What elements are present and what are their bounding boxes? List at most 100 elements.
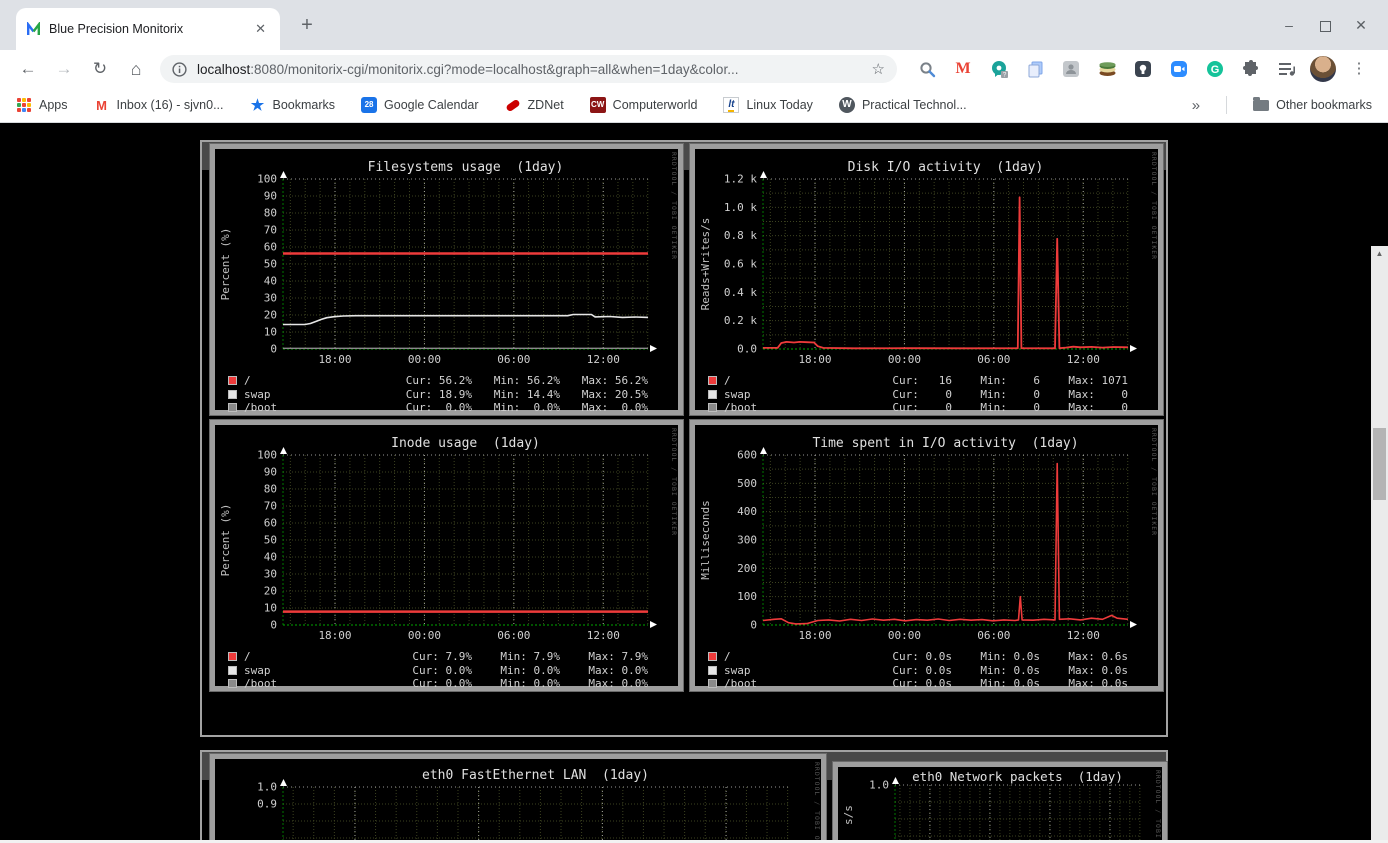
home-button[interactable]: ⌂: [123, 56, 149, 82]
svg-text:90: 90: [264, 190, 277, 203]
maximize-icon: [1320, 21, 1331, 32]
legend-min: Min: 0.0s: [952, 677, 1040, 690]
legend-cur: Cur: 0.0s: [864, 650, 952, 663]
new-tab-button[interactable]: +: [294, 13, 320, 39]
window-maximize-button[interactable]: [1312, 12, 1338, 38]
legend-cur: Cur: 56.2%: [384, 374, 472, 387]
info-icon[interactable]: [172, 62, 187, 77]
chart-legend: /Cur: 7.9%Min: 7.9%Max: 7.9%swapCur: 0.0…: [215, 650, 678, 691]
forward-button[interactable]: →: [51, 56, 77, 82]
svg-text:0.0: 0.0: [737, 343, 757, 356]
chart-panel-time-io[interactable]: 600500400300200100018:0000:0006:0012:00M…: [690, 420, 1163, 691]
window-close-button[interactable]: ✕: [1348, 12, 1374, 38]
legend-label: /boot: [724, 401, 864, 414]
tab-list-icon[interactable]: [1275, 57, 1299, 81]
svg-text:1.0: 1.0: [257, 781, 277, 794]
legend-row: /bootCur: 0Min: 0Max: 0: [695, 401, 1158, 415]
svg-text:0.2 k: 0.2 k: [724, 314, 757, 327]
svg-text:eth0 FastEthernet LAN (1day): eth0 FastEthernet LAN (1day): [422, 768, 649, 783]
chart-legend: /Cur: 0.0sMin: 0.0sMax: 0.6sswapCur: 0.0…: [695, 650, 1158, 691]
legend-min: Min: 14.4%: [472, 388, 560, 401]
legend-row: /bootCur: 0.0%Min: 0.0%Max: 0.0%: [215, 677, 678, 691]
chart-panel-eth0-lan[interactable]: 1.00.9eth0 FastEthernet LAN (1day)RRDTOO…: [210, 754, 826, 843]
bookmark-label: Inbox (16) - sjvn0...: [117, 98, 224, 112]
svg-text:80: 80: [264, 483, 277, 496]
bookmark-item-zdnet[interactable]: ZDNet: [505, 97, 564, 113]
svg-text:Filesystems usage (1day): Filesystems usage (1day): [368, 160, 564, 175]
svg-text:Inode usage (1day): Inode usage (1day): [391, 436, 540, 451]
bookmarks-bar: Apps M Inbox (16) - sjvn0... ★ Bookmarks…: [0, 88, 1388, 123]
legend-min: Min: 7.9%: [472, 650, 560, 663]
chart-panel-eth0-packets[interactable]: 1.0s/seth0 Network packets (1day)RRDTOOL…: [833, 762, 1167, 843]
legend-min: Min: 0.0s: [952, 664, 1040, 677]
scroll-thumb[interactable]: [1373, 428, 1386, 500]
svg-text:12:00: 12:00: [1067, 353, 1100, 366]
legend-swatch: [228, 679, 237, 688]
profile-box-extension-icon[interactable]: [1059, 57, 1083, 81]
grammarly-extension-icon[interactable]: G: [1203, 57, 1227, 81]
bookmarks-overflow-chevron[interactable]: »: [1192, 97, 1200, 114]
legend-label: /boot: [244, 677, 384, 690]
bookmark-item-inbox[interactable]: M Inbox (16) - sjvn0...: [94, 97, 224, 113]
legend-cur: Cur: 0.0%: [384, 664, 472, 677]
x-axis-arrow: [1130, 345, 1137, 352]
reload-button[interactable]: ↻: [87, 56, 113, 82]
tab-close-icon[interactable]: ✕: [251, 19, 270, 39]
svg-text:500: 500: [737, 477, 757, 490]
bookmark-item-google-calendar[interactable]: 28 Google Calendar: [361, 97, 479, 113]
address-bar[interactable]: localhost:8080/monitorix-cgi/monitorix.c…: [160, 55, 897, 83]
tab-title: Blue Precision Monitorix: [49, 22, 251, 36]
bookmark-star-icon[interactable]: ☆: [872, 60, 885, 78]
other-bookmarks-button[interactable]: Other bookmarks: [1253, 97, 1372, 113]
legend-max: Max: 0.0%: [560, 401, 648, 414]
scrollbar[interactable]: ▲ ▼: [1371, 246, 1388, 843]
svg-text:06:00: 06:00: [977, 353, 1010, 366]
gmail-extension-icon[interactable]: M: [951, 57, 975, 81]
svg-text:0.4 k: 0.4 k: [724, 286, 757, 299]
svg-text:600: 600: [737, 449, 757, 462]
svg-text:Time spent in I/O activity (1: Time spent in I/O activity (1day): [812, 436, 1078, 451]
bookmark-item-practical-technology[interactable]: W Practical Technol...: [839, 97, 967, 113]
copy-pages-extension-icon[interactable]: [1023, 57, 1047, 81]
bookmark-item-apps[interactable]: Apps: [16, 97, 68, 113]
browser-menu-icon[interactable]: ⋮: [1349, 57, 1369, 81]
bookmark-item-linux-today[interactable]: lt Linux Today: [723, 97, 813, 113]
browser-toolbar: ← → ↻ ⌂ localhost:8080/monitorix-cgi/mon…: [0, 50, 1388, 88]
voice-extension-icon[interactable]: ?: [987, 57, 1011, 81]
svg-text:18:00: 18:00: [318, 353, 351, 366]
legend-row: swapCur: 18.9%Min: 14.4%Max: 20.5%: [215, 388, 678, 402]
lamp-extension-icon[interactable]: [1131, 57, 1155, 81]
scroll-up-icon[interactable]: ▲: [1371, 246, 1388, 262]
legend-label: swap: [724, 664, 864, 677]
legend-swatch: [228, 376, 237, 385]
back-button[interactable]: ←: [15, 56, 41, 82]
stack-extension-icon[interactable]: [1095, 57, 1119, 81]
rrdtool-watermark: RRDTOOL / TOBI OETIKER: [670, 428, 678, 536]
bookmark-label: Apps: [39, 98, 68, 112]
y-axis-arrow: [760, 447, 767, 454]
legend-swatch: [708, 376, 717, 385]
zoom-extension-icon[interactable]: [1167, 57, 1191, 81]
bookmark-label: Practical Technol...: [862, 98, 967, 112]
search-extension-icon[interactable]: [915, 57, 939, 81]
legend-max: Max: 20.5%: [560, 388, 648, 401]
chart-panel-inode-usage[interactable]: 100908070605040302010018:0000:0006:0012:…: [210, 420, 683, 691]
legend-max: Max: 0.0%: [560, 677, 648, 690]
legend-swatch: [708, 652, 717, 661]
browser-tab[interactable]: Blue Precision Monitorix ✕: [16, 8, 280, 50]
bookmark-item-computerworld[interactable]: CW Computerworld: [590, 97, 698, 113]
window-minimize-button[interactable]: –: [1276, 12, 1302, 38]
chart-legend: /Cur: 16Min: 6Max: 1071swapCur: 0Min: 0M…: [695, 374, 1158, 415]
calendar-icon: 28: [361, 97, 377, 113]
bookmark-item-bookmarks[interactable]: ★ Bookmarks: [250, 97, 336, 113]
svg-text:30: 30: [264, 568, 277, 581]
chart-panel-filesystems-usage[interactable]: 100908070605040302010018:0000:0006:0012:…: [210, 144, 683, 415]
svg-text:300: 300: [737, 534, 757, 547]
svg-text:12:00: 12:00: [587, 629, 620, 642]
legend-cur: Cur: 0.0%: [384, 401, 472, 414]
extensions-puzzle-icon[interactable]: [1239, 57, 1263, 81]
url-text[interactable]: localhost:8080/monitorix-cgi/monitorix.c…: [197, 62, 872, 77]
legend-label: swap: [724, 388, 864, 401]
profile-avatar[interactable]: [1310, 56, 1336, 82]
chart-panel-disk-io[interactable]: 1.2 k1.0 k0.8 k0.6 k0.4 k0.2 k0.018:0000…: [690, 144, 1163, 415]
